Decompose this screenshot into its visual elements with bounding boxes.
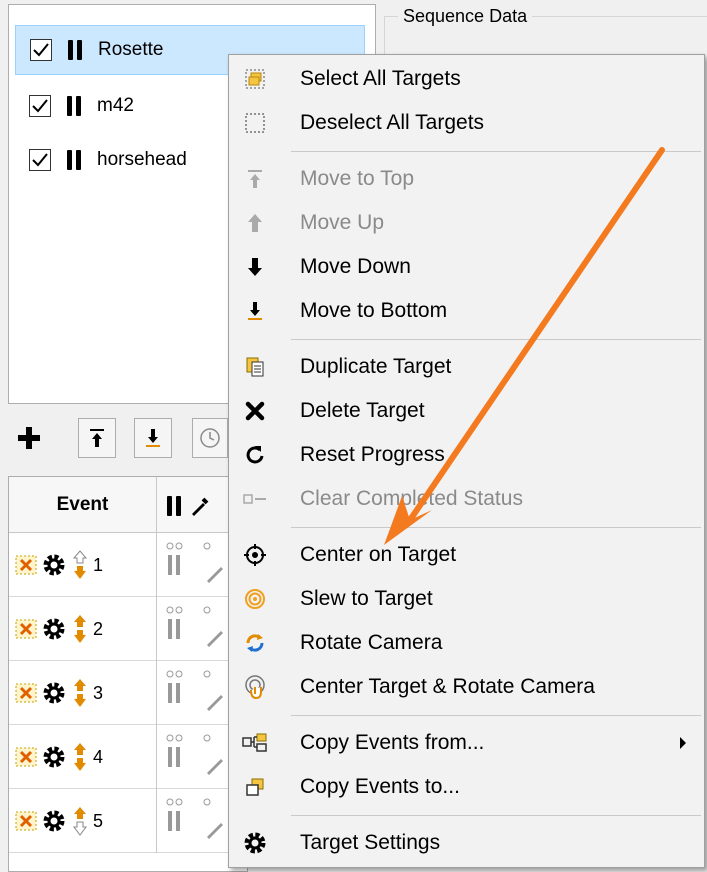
menu-separator	[291, 715, 701, 716]
target-icon	[239, 583, 271, 615]
event-disable-icon[interactable]	[15, 555, 37, 575]
menu-item-deselect-all-targets[interactable]: Deselect All Targets	[229, 101, 704, 145]
menu-separator	[291, 815, 701, 816]
event-disable-icon[interactable]	[15, 811, 37, 831]
event-cell[interactable]: 2	[9, 597, 157, 661]
move-up-down-icon[interactable]	[71, 550, 89, 580]
event-status-icon	[166, 798, 223, 839]
move-up-down-icon[interactable]	[71, 742, 89, 772]
menu-item-reset-progress[interactable]: Reset Progress	[229, 433, 704, 477]
menu-item-move-to-bottom[interactable]: Move to Bottom	[229, 289, 704, 333]
menu-separator	[291, 151, 701, 152]
event-number: 1	[93, 554, 104, 575]
target-checkbox[interactable]	[29, 95, 51, 117]
pipette-icon	[192, 497, 209, 516]
gear-icon[interactable]	[41, 552, 67, 578]
menu-item-select-all-targets[interactable]: Select All Targets	[229, 57, 704, 101]
move-down-icon	[239, 251, 271, 283]
menu-separator	[291, 339, 701, 340]
event-number: 4	[93, 746, 104, 767]
menu-item-duplicate-target[interactable]: Duplicate Target	[229, 345, 704, 389]
arrow-to-bottom-icon	[146, 429, 160, 447]
event-number: 2	[93, 618, 104, 639]
clear-status-icon	[239, 483, 271, 515]
target-checkbox[interactable]	[30, 39, 52, 61]
move-to-bottom-button[interactable]	[134, 418, 172, 458]
plus-icon	[18, 427, 40, 449]
event-row[interactable]: 4	[9, 725, 249, 789]
gear-icon[interactable]	[41, 744, 67, 770]
copy-from-icon	[239, 727, 271, 759]
select-all-icon	[239, 63, 271, 95]
move-up-icon	[239, 207, 271, 239]
duplicate-icon	[239, 351, 271, 383]
gear-icon[interactable]	[41, 616, 67, 642]
event-row[interactable]: 3	[9, 661, 249, 725]
menu-item-copy-events-to[interactable]: Copy Events to...	[229, 765, 704, 809]
event-number: 5	[93, 810, 104, 831]
pause-icon	[167, 496, 181, 516]
menu-item-clear-completed-status[interactable]: Clear Completed Status	[229, 477, 704, 521]
crosshair-icon	[239, 539, 271, 571]
event-grid[interactable]: Event 1 2 3 4 5	[8, 476, 249, 872]
add-target-button[interactable]	[10, 418, 48, 458]
context-menu[interactable]: Select All Targets Deselect All Targets …	[228, 54, 705, 868]
menu-item-target-settings[interactable]: Target Settings	[229, 821, 704, 865]
menu-item-center-target-rotate-camera[interactable]: Center Target & Rotate Camera	[229, 665, 704, 709]
center-rotate-icon	[239, 671, 271, 703]
event-row[interactable]: 5	[9, 789, 249, 853]
menu-item-move-to-top[interactable]: Move to Top	[229, 157, 704, 201]
move-up-down-icon[interactable]	[71, 806, 89, 836]
rotate-icon	[239, 627, 271, 659]
event-cell[interactable]: 4	[9, 725, 157, 789]
move-to-top-button[interactable]	[78, 418, 116, 458]
event-number: 3	[93, 682, 104, 703]
event-cell[interactable]: 5	[9, 789, 157, 853]
event-column-header[interactable]: Event	[9, 477, 157, 533]
pause-icon[interactable]	[67, 150, 81, 170]
target-name: horsehead	[97, 149, 187, 170]
move-up-down-icon[interactable]	[71, 614, 89, 644]
menu-separator	[291, 527, 701, 528]
event-row[interactable]: 1	[9, 533, 249, 597]
deselect-all-icon	[239, 107, 271, 139]
event-grid-header: Event	[9, 477, 249, 533]
event-row[interactable]: 2	[9, 597, 249, 661]
reset-icon	[239, 439, 271, 471]
gear-icon	[239, 827, 271, 859]
event-status-icon	[166, 542, 223, 583]
target-checkbox[interactable]	[29, 149, 51, 171]
event-disable-icon[interactable]	[15, 683, 37, 703]
event-cell[interactable]: 1	[9, 533, 157, 597]
target-name: Rosette	[98, 39, 164, 60]
event-status-icon	[166, 734, 223, 775]
pause-icon[interactable]	[67, 96, 81, 116]
gear-icon[interactable]	[41, 808, 67, 834]
gear-icon[interactable]	[41, 680, 67, 706]
menu-item-move-up[interactable]: Move Up	[229, 201, 704, 245]
menu-item-move-down[interactable]: Move Down	[229, 245, 704, 289]
event-status-icon	[166, 606, 223, 647]
menu-item-slew-to-target[interactable]: Slew to Target	[229, 577, 704, 621]
target-name: m42	[97, 95, 134, 116]
menu-item-copy-events-from[interactable]: Copy Events from...	[229, 721, 704, 765]
pause-icon[interactable]	[68, 40, 82, 60]
copy-to-icon	[239, 771, 271, 803]
sequence-data-label: Sequence Data	[398, 6, 533, 27]
event-disable-icon[interactable]	[15, 747, 37, 767]
event-status-icon	[166, 670, 223, 711]
move-to-top-icon	[239, 163, 271, 195]
clock-icon	[200, 428, 220, 448]
schedule-button[interactable]	[192, 418, 228, 458]
move-up-down-icon[interactable]	[71, 678, 89, 708]
delete-icon	[239, 395, 271, 427]
event-cell[interactable]: 3	[9, 661, 157, 725]
arrow-to-top-icon	[90, 429, 104, 447]
menu-item-center-on-target[interactable]: Center on Target	[229, 533, 704, 577]
event-disable-icon[interactable]	[15, 619, 37, 639]
move-to-bottom-icon	[239, 295, 271, 327]
menu-item-delete-target[interactable]: Delete Target	[229, 389, 704, 433]
submenu-arrow-icon	[680, 737, 686, 749]
menu-item-rotate-camera[interactable]: Rotate Camera	[229, 621, 704, 665]
